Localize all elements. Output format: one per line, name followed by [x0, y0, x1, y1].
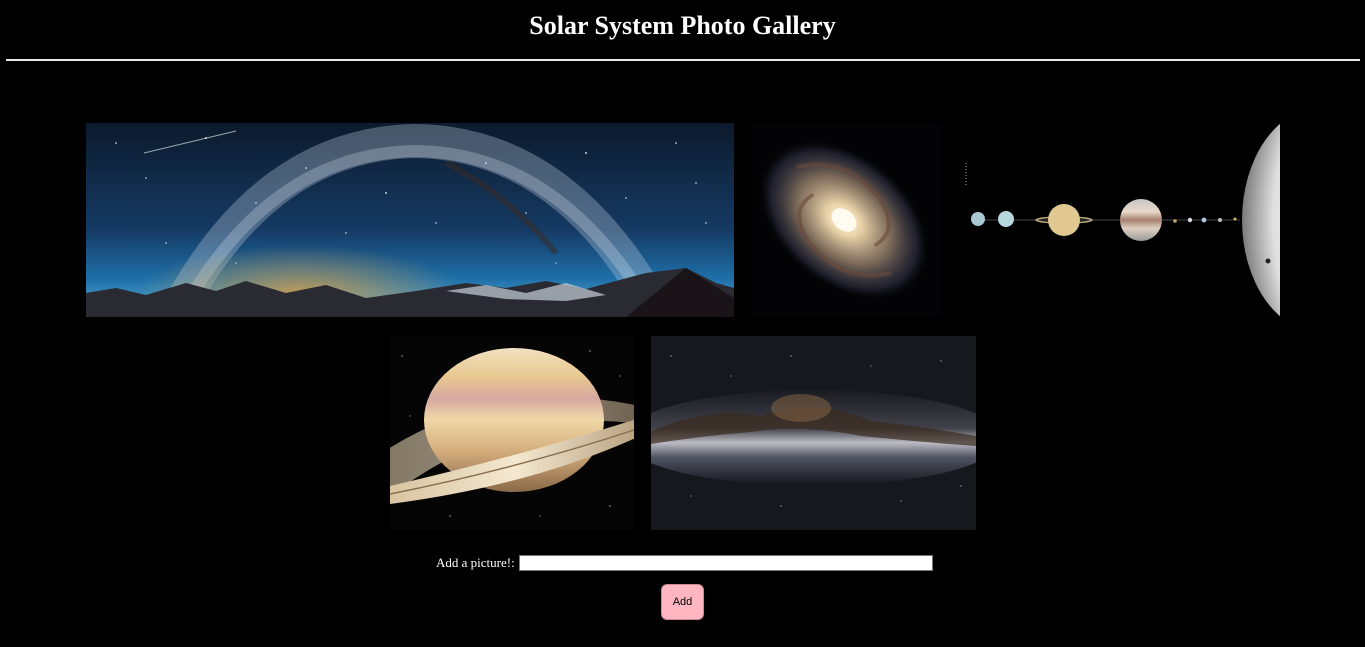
photo-milky-way-panorama — [86, 123, 734, 317]
photo-milky-way-core — [651, 336, 976, 530]
photo-solar-system-lineup — [960, 123, 1280, 317]
title-divider — [6, 59, 1360, 61]
add-picture-input[interactable] — [518, 555, 933, 571]
page-title: Solar System Photo Gallery — [529, 11, 836, 40]
add-picture-form: Add a picture!: — [436, 553, 933, 573]
photo-spiral-galaxy — [752, 123, 942, 317]
add-picture-label: Add a picture!: — [436, 555, 515, 570]
gallery-page: Solar System Photo Gallery Add a picture… — [0, 0, 1365, 647]
add-button[interactable]: Add — [661, 584, 704, 620]
photo-saturn — [390, 336, 634, 530]
